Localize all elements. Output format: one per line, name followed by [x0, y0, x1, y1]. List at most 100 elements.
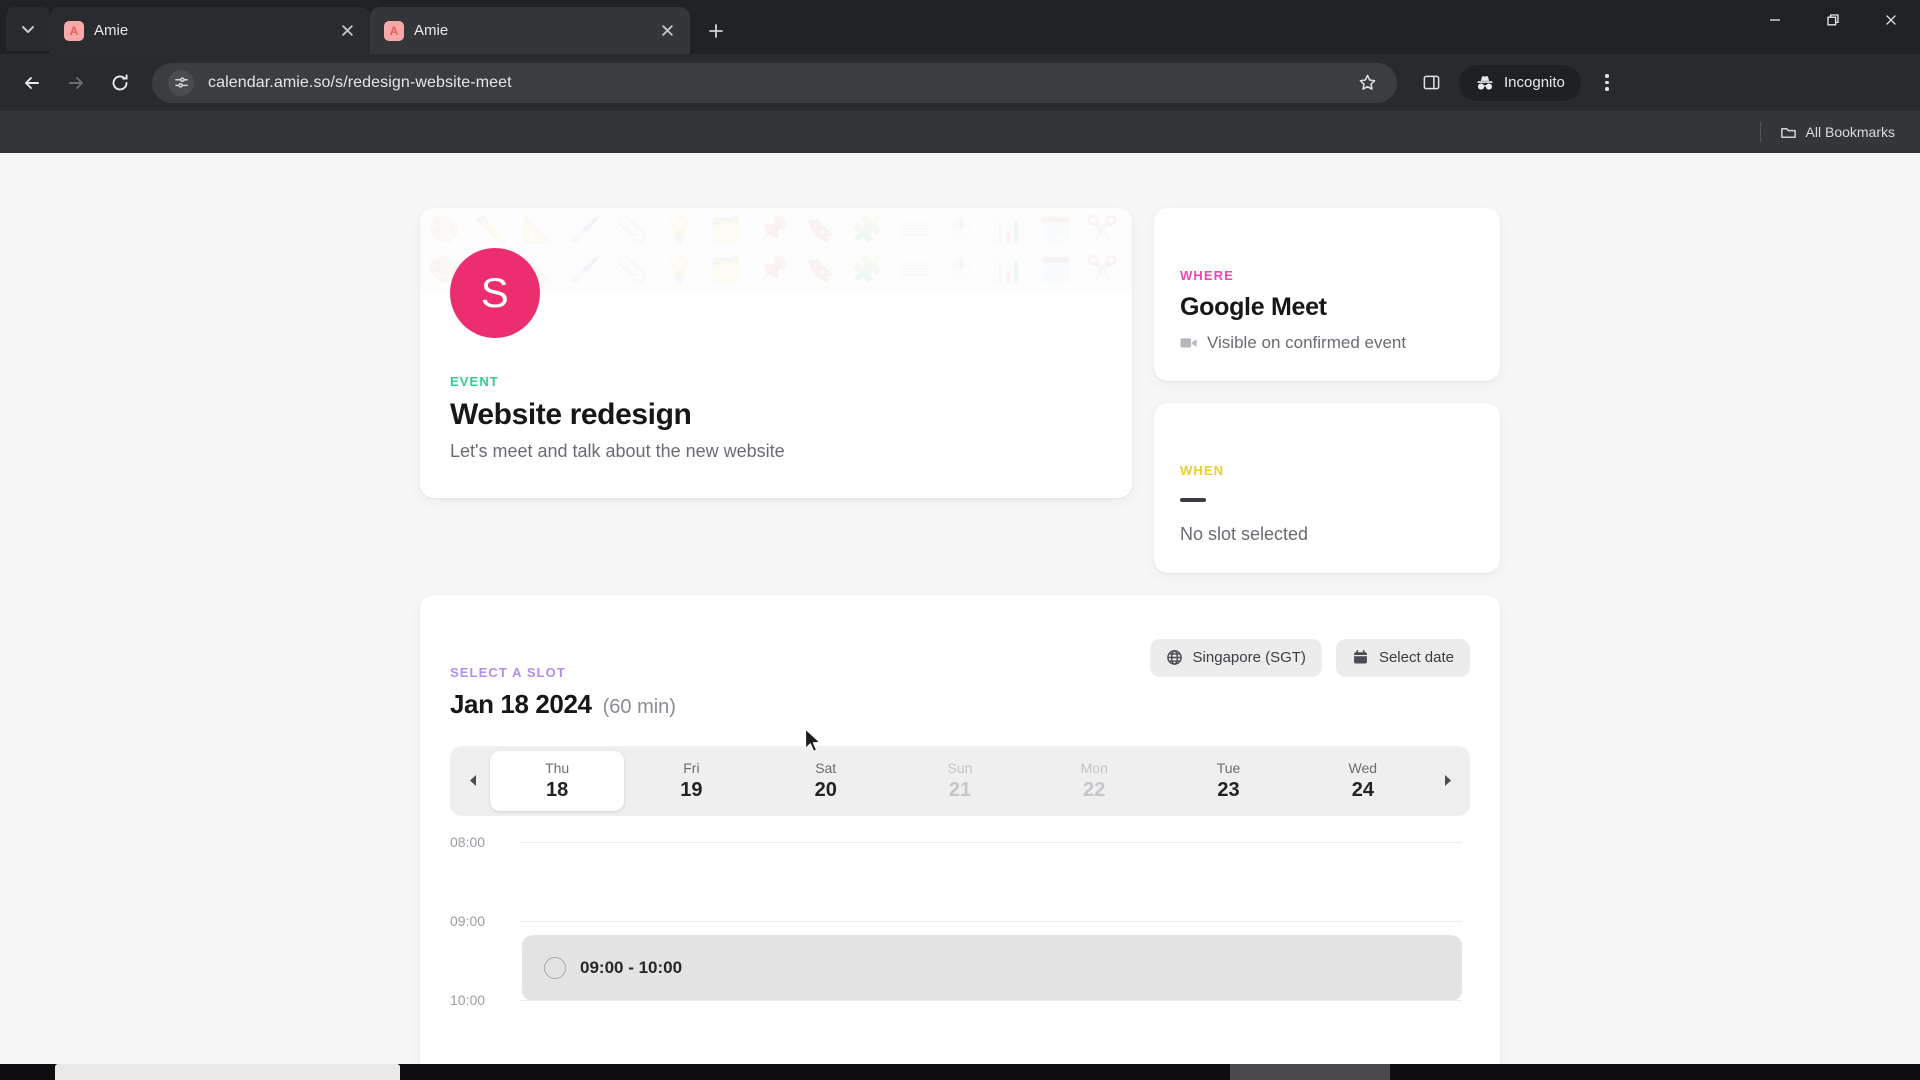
day-of-week: Thu	[545, 759, 570, 776]
pattern-glyph: 📐	[522, 213, 555, 244]
chevron-right-icon	[1444, 775, 1451, 787]
minimize-icon	[1770, 19, 1780, 21]
tab-title: Amie	[94, 22, 129, 40]
day-of-week: Fri	[683, 759, 700, 776]
browser-tab-2[interactable]: A Amie	[370, 7, 690, 55]
day-number: 21	[948, 778, 972, 801]
slot-header-left: SELECT A SLOT Jan 18 2024 (60 min)	[450, 629, 1150, 720]
where-note: Visible on confirmed event	[1180, 333, 1474, 353]
close-icon	[341, 25, 353, 36]
timezone-button[interactable]: Singapore (SGT)	[1149, 638, 1322, 677]
day-option-wed-24[interactable]: Wed 24	[1296, 751, 1430, 811]
site-info-button[interactable]	[168, 69, 194, 96]
browser-toolbar: calendar.amie.so/s/redesign-website-meet…	[0, 54, 1920, 112]
day-number: 22	[1083, 778, 1106, 801]
taskbar-segment	[1230, 1064, 1390, 1080]
hour-gridline	[520, 841, 1462, 843]
tab-search-button[interactable]	[6, 7, 50, 52]
select-date-button[interactable]: Select date	[1335, 638, 1470, 677]
day-option-tue-23[interactable]: Tue 23	[1161, 751, 1295, 811]
pattern-glyph: 🖱️	[945, 213, 978, 244]
slot-picker-header: SELECT A SLOT Jan 18 2024 (60 min) Singa…	[450, 629, 1470, 720]
plus-icon	[709, 24, 723, 39]
new-tab-button[interactable]	[698, 13, 734, 49]
info-cards-column: WHERE Google Meet Visible on confirmed e…	[1154, 207, 1500, 573]
all-bookmarks-label: All Bookmarks	[1805, 124, 1895, 141]
slot-date-row: Jan 18 2024 (60 min)	[450, 689, 1150, 720]
hour-label: 08:00	[450, 833, 486, 850]
day-number: 24	[1351, 778, 1374, 801]
reload-icon	[112, 73, 128, 91]
bookmark-button[interactable]	[1353, 69, 1381, 97]
browser-menu-button[interactable]	[1589, 63, 1625, 103]
select-date-label: Select date	[1378, 649, 1454, 667]
reload-button[interactable]	[100, 63, 140, 103]
address-bar[interactable]: calendar.amie.so/s/redesign-website-meet	[152, 62, 1397, 103]
back-button[interactable]	[12, 63, 52, 103]
maximize-button[interactable]	[1804, 0, 1862, 40]
url-text: calendar.amie.so/s/redesign-website-meet	[208, 73, 512, 91]
day-option-sat-20[interactable]: Sat 20	[759, 751, 893, 811]
close-icon	[1886, 15, 1896, 25]
forward-button[interactable]	[56, 63, 96, 103]
restore-window-icon	[1827, 14, 1839, 26]
slot-picker-card: SELECT A SLOT Jan 18 2024 (60 min) Singa…	[420, 594, 1500, 1080]
slot-radio-icon[interactable]	[544, 956, 566, 979]
all-bookmarks-button[interactable]: All Bookmarks	[1771, 118, 1904, 147]
day-number: 19	[680, 778, 703, 801]
pattern-glyph: 🗓️	[1039, 213, 1072, 244]
top-row: 🎨✏️📐🖌️📎💡🗂️📌🔖🧩⌨️🖱️📊🗓️✂️🎨✏️📐🖌️📎💡🗂️📌🔖🧩⌨️🖱️📊…	[420, 207, 1500, 573]
timeline: 08:00 09:00 09:00 - 10:00 10:00	[450, 834, 1470, 1080]
globe-icon	[1166, 650, 1182, 666]
bookmarks-bar: All Bookmarks	[0, 111, 1920, 153]
pattern-glyph: 💡	[663, 213, 696, 244]
video-camera-icon	[1180, 338, 1197, 348]
time-slot-option[interactable]: 09:00 - 10:00	[522, 934, 1462, 1001]
where-kicker: WHERE	[1180, 267, 1234, 283]
browser-window: A Amie A Amie calendar.amie.so/s/redesig…	[0, 0, 1920, 1080]
hour-label: 09:00	[450, 912, 486, 929]
divider	[1759, 122, 1761, 143]
day-of-week: Sun	[947, 759, 973, 776]
slot-time-label: 09:00 - 10:00	[580, 957, 683, 977]
event-kicker: EVENT	[450, 373, 499, 389]
day-option-fri-19[interactable]: Fri 19	[624, 751, 758, 811]
organizer-avatar: S	[450, 247, 540, 338]
incognito-label: Incognito	[1504, 74, 1565, 92]
folder-icon	[1780, 127, 1796, 138]
tab-close-button[interactable]	[654, 18, 680, 44]
hour-gridline	[520, 920, 1462, 922]
incognito-hat-icon	[1477, 75, 1493, 90]
duration-label: (60 min)	[602, 695, 676, 718]
day-list: Thu 18 Fri 19 Sat 20 Sun 21 Mon 22 Tue 2…	[490, 750, 1430, 811]
page-viewport: 🎨✏️📐🖌️📎💡🗂️📌🔖🧩⌨️🖱️📊🗓️✂️🎨✏️📐🖌️📎💡🗂️📌🔖🧩⌨️🖱️📊…	[0, 152, 1920, 1080]
timezone-label: Singapore (SGT)	[1192, 649, 1306, 667]
day-of-week: Sat	[815, 759, 837, 776]
chevron-down-icon	[22, 26, 34, 34]
back-arrow-icon	[25, 76, 39, 89]
next-week-button[interactable]	[1430, 754, 1464, 808]
close-icon	[661, 25, 673, 36]
close-window-button[interactable]	[1862, 0, 1920, 40]
day-of-week: Tue	[1216, 759, 1241, 776]
browser-tab-1[interactable]: A Amie	[50, 7, 370, 55]
event-title: Website redesign	[450, 397, 692, 431]
pattern-glyph: ✏️	[475, 213, 508, 244]
where-card: WHERE Google Meet Visible on confirmed e…	[1154, 207, 1500, 381]
window-controls	[1746, 0, 1920, 40]
prev-week-button[interactable]	[456, 754, 490, 808]
day-number: 23	[1217, 778, 1240, 801]
pattern-glyph: 🧩	[851, 213, 884, 244]
day-of-week: Mon	[1080, 759, 1108, 776]
hour-row: 08:00	[450, 834, 1470, 921]
event-description: Let's meet and talk about the new websit…	[450, 440, 785, 461]
minimize-button[interactable]	[1746, 0, 1804, 40]
booking-page: 🎨✏️📐🖌️📎💡🗂️📌🔖🧩⌨️🖱️📊🗓️✂️🎨✏️📐🖌️📎💡🗂️📌🔖🧩⌨️🖱️📊…	[420, 153, 1500, 1080]
day-option-thu-18[interactable]: Thu 18	[490, 750, 625, 811]
pattern-glyph: ⌨️	[898, 213, 931, 244]
side-panel-button[interactable]	[1411, 63, 1451, 103]
amie-favicon-icon: A	[64, 20, 84, 41]
incognito-indicator[interactable]: Incognito	[1459, 64, 1581, 101]
pattern-glyph: 🖌️	[569, 213, 602, 244]
tab-close-button[interactable]	[334, 18, 360, 44]
